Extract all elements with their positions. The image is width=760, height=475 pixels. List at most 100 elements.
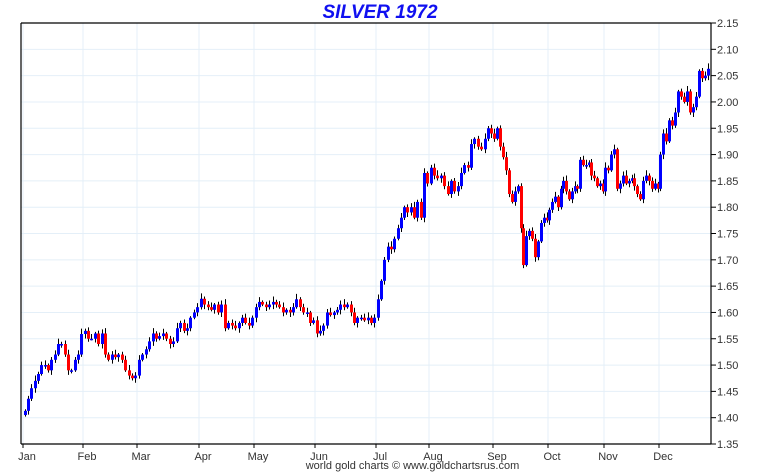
candle-body <box>152 333 155 342</box>
candle-body <box>490 128 493 134</box>
candle-body <box>648 175 651 181</box>
y-tick-label: 1.60 <box>717 307 738 319</box>
candle-body <box>316 320 319 334</box>
candle-body <box>34 380 37 389</box>
candle-body <box>134 375 137 379</box>
candle-body <box>551 201 554 210</box>
candle-body <box>654 183 657 189</box>
candle-body <box>227 322 230 329</box>
y-tick-label: 1.70 <box>717 255 738 267</box>
chart-footer: world gold charts © www.goldchartsrus.co… <box>305 460 520 472</box>
candle-body <box>224 304 227 329</box>
candle-body <box>582 159 585 166</box>
y-tick-label: 2.05 <box>717 71 738 83</box>
candle-body <box>183 322 186 331</box>
candle-body <box>285 309 288 313</box>
candle-body <box>336 309 339 313</box>
candle-body <box>628 180 631 184</box>
candle-body <box>165 333 168 339</box>
candle-body <box>186 328 189 331</box>
candle-body <box>440 175 443 179</box>
candle-body <box>319 330 322 334</box>
candle-body <box>193 312 196 318</box>
candle-body <box>346 304 349 308</box>
candle-body <box>309 312 312 323</box>
x-tick-label: Feb <box>78 451 97 463</box>
candle-body <box>633 178 636 187</box>
candle-body <box>477 138 480 147</box>
candle-body <box>169 338 172 345</box>
candle-body <box>674 112 677 126</box>
candle-body <box>505 157 508 171</box>
candle-body <box>480 146 483 150</box>
candle-body <box>604 167 607 192</box>
candle-body <box>30 388 33 399</box>
candle-body <box>680 91 683 97</box>
x-tick-label: Apr <box>194 451 211 463</box>
y-tick-label: 1.90 <box>717 150 738 162</box>
candle-body <box>543 217 546 223</box>
candle-body <box>97 333 100 345</box>
candle-body <box>599 183 602 187</box>
candle-body <box>701 70 704 79</box>
candle-body <box>60 344 63 346</box>
candle-body <box>326 312 329 326</box>
candle-body <box>576 186 579 189</box>
candle-body <box>585 165 588 167</box>
y-tick-label: 1.75 <box>717 229 738 241</box>
candle-body <box>47 365 50 371</box>
candle-body <box>44 365 47 367</box>
candle-body <box>397 228 400 239</box>
candle-body <box>306 312 309 314</box>
x-tick-label: Jan <box>18 451 36 463</box>
candle-body <box>90 338 93 341</box>
x-tick-label: Mar <box>132 451 151 463</box>
candle-body <box>665 133 668 142</box>
candle-body <box>77 354 80 360</box>
candle-body <box>74 359 77 371</box>
candle-body <box>350 304 353 313</box>
y-tick-label: 1.55 <box>717 334 738 346</box>
candle-body <box>514 191 517 202</box>
candle-body <box>416 201 419 218</box>
candle-body <box>590 162 593 176</box>
candle-body <box>689 91 692 113</box>
candle-body <box>282 307 285 313</box>
candle-body <box>534 238 537 258</box>
candle-body <box>329 312 332 316</box>
candle-body <box>162 333 165 337</box>
candle-body <box>37 374 40 381</box>
candle-body <box>571 191 574 200</box>
candle-body <box>64 344 67 355</box>
candle-body <box>258 301 261 308</box>
candle-body <box>460 172 463 187</box>
candle-body <box>625 175 628 184</box>
candle-body <box>210 307 213 310</box>
candle-body <box>443 175 446 187</box>
candle-body <box>493 133 496 139</box>
y-tick-label: 2.15 <box>717 18 738 30</box>
candle-body <box>522 228 525 266</box>
candle-body <box>420 201 423 218</box>
candle-body <box>275 301 278 305</box>
candle-body <box>613 149 616 155</box>
candle-body <box>333 312 336 316</box>
candle-body <box>189 317 192 329</box>
y-tick-label: 1.35 <box>717 439 738 451</box>
candle-body <box>367 317 370 321</box>
candle-body <box>363 317 366 321</box>
candle-body <box>141 354 144 360</box>
candle-body <box>101 333 104 345</box>
candle-body <box>200 298 203 308</box>
candle-body <box>502 146 505 158</box>
candle-body <box>213 304 216 310</box>
candle-body <box>265 304 268 308</box>
candle-body <box>360 317 363 320</box>
candle-body <box>380 280 383 300</box>
candle-body <box>557 196 560 208</box>
candle-body <box>373 317 376 323</box>
candle-body <box>520 186 523 229</box>
candle-body <box>312 320 315 323</box>
grid <box>21 22 711 445</box>
candle-body <box>377 299 380 318</box>
